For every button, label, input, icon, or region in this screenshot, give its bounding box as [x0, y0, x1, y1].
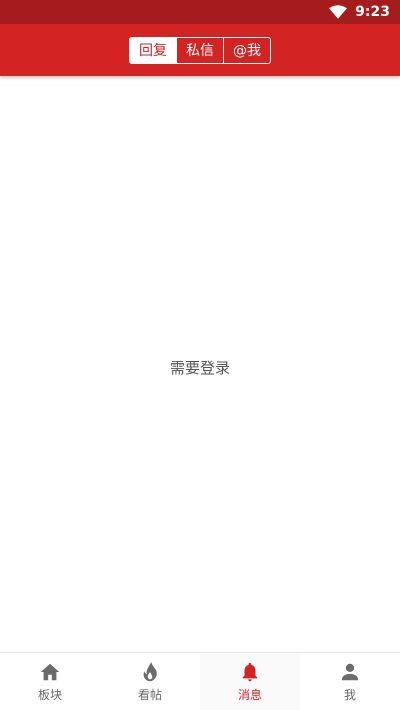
person-icon — [341, 663, 359, 680]
nav-item-me[interactable]: 我 — [300, 653, 400, 710]
nav-item-boards[interactable]: 板块 — [0, 653, 100, 710]
nav-item-posts[interactable]: 看帖 — [100, 653, 200, 710]
status-bar: 9:23 — [0, 0, 400, 24]
login-required-message: 需要登录 — [169, 358, 230, 377]
flame-icon — [143, 661, 157, 681]
nav-item-label: 消息 — [237, 687, 262, 702]
bell-icon — [242, 662, 258, 681]
tab-mention[interactable]: @我 — [223, 37, 270, 63]
nav-item-messages[interactable]: 消息 — [200, 653, 300, 710]
tab-private-message[interactable]: 私信 — [176, 37, 223, 63]
status-time: 9:23 — [355, 4, 390, 20]
nav-item-label: 看帖 — [137, 687, 162, 702]
home-icon — [40, 663, 60, 680]
tab-reply[interactable]: 回复 — [130, 37, 176, 63]
message-tabs: 回复 私信 @我 — [129, 36, 271, 64]
nav-item-label: 我 — [343, 687, 356, 702]
nav-item-label: 板块 — [37, 687, 62, 702]
app-bar: 回复 私信 @我 — [0, 24, 400, 76]
wifi-icon — [329, 5, 348, 19]
bottom-nav: 板块 看帖 消息 我 — [0, 652, 400, 710]
content-area: 需要登录 — [0, 76, 400, 652]
